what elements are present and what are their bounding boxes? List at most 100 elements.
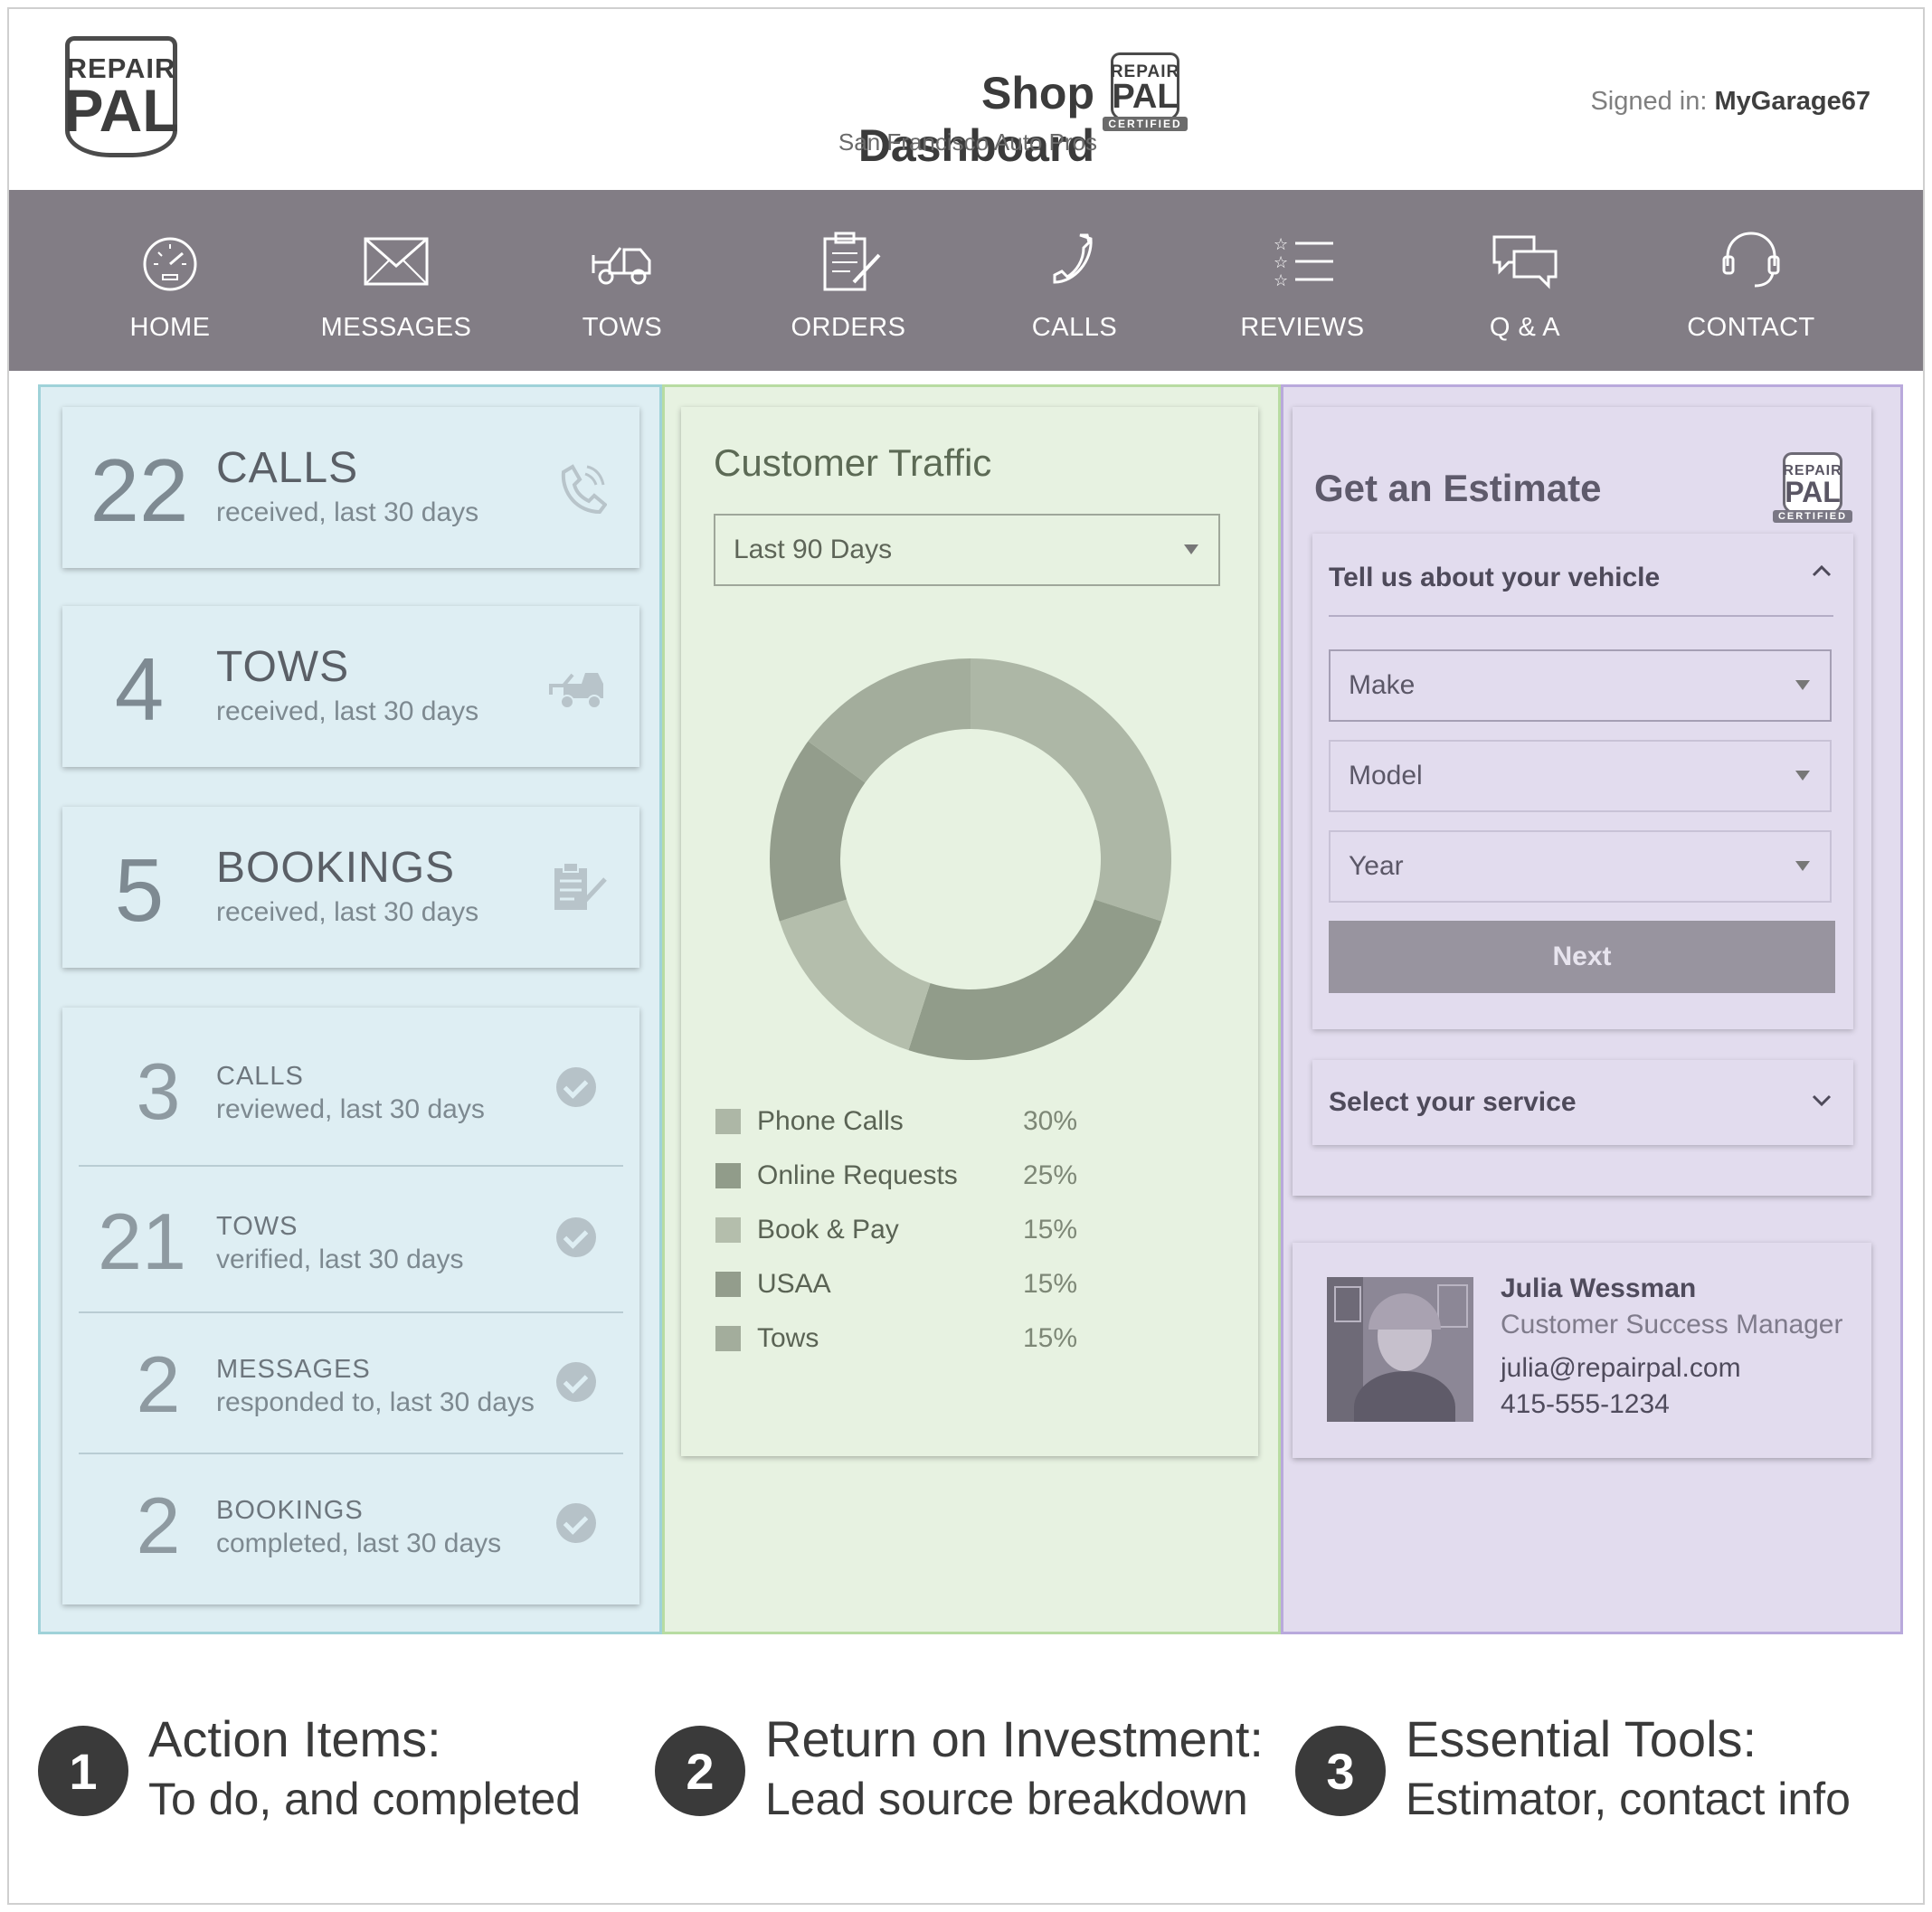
step-number: 1 [38,1726,128,1816]
divider [1329,615,1833,617]
footer-item-3: 3 Essential Tools: Estimator, contact in… [1295,1709,1919,1827]
service-header-label: Select your service [1329,1087,1577,1117]
step-number: 3 [1295,1726,1386,1816]
calls-todo-card[interactable]: 22 CALLS received, last 30 days [62,407,639,568]
calls-count: 22 [90,440,189,540]
vehicle-accordion: Tell us about your vehicle Make Model Ye… [1312,534,1853,1029]
tools-panel: Get an Estimate REPAIR PAL CERTIFIED Tel… [1281,384,1903,1634]
legend-label: Tows [757,1323,819,1353]
legend-item: Phone Calls 30% [715,1103,1077,1140]
completed-row-messages[interactable]: 2 MESSAGES responded to, last 30 days [62,1313,639,1453]
donut-slice-0 [971,658,1171,922]
nav-label: HOME [129,313,211,342]
contact-card: Julia Wessman Customer Success Manager j… [1293,1243,1871,1458]
completed-row-calls[interactable]: 3 CALLS reviewed, last 30 days [62,1008,639,1163]
headset-icon [1722,232,1780,288]
tow-truck-icon [592,247,651,285]
nav-item-home[interactable]: HOME [89,190,251,371]
nav-label: ORDERS [791,313,906,342]
legend-swatch [715,1109,741,1134]
action-items-panel: 22 CALLS received, last 30 days 4 TOWS r… [38,384,662,1634]
footer-item-2: 2 Return on Investment: Lead source brea… [655,1709,1279,1827]
next-button[interactable]: Next [1329,921,1835,993]
completed-count: 3 [136,1046,181,1136]
legend-item: Book & Pay 15% [715,1212,1077,1248]
make-value: Make [1349,670,1416,700]
main-nav: HOME MESSAGES TOWS ORDERS CALLS ☆ ☆ ☆ RE… [9,190,1923,371]
legend-label: USAA [757,1269,831,1299]
nav-item-calls[interactable]: CALLS [993,190,1156,371]
completed-card: 3 CALLS reviewed, last 30 days 21 TOWS v… [62,1008,639,1604]
completed-count: 2 [136,1339,181,1429]
card-title: BOOKINGS [216,844,456,892]
footer-subtitle: To do, and completed [148,1774,582,1824]
contact-role: Customer Success Manager [1501,1310,1843,1339]
completed-row-bookings[interactable]: 2 BOOKINGS completed, last 30 days [62,1454,639,1599]
completed-subtitle: reviewed, last 30 days [216,1094,485,1124]
svg-text:☆: ☆ [1274,253,1288,272]
service-accordion[interactable]: Select your service [1312,1060,1853,1145]
legend-label: Phone Calls [757,1106,904,1136]
nav-item-reviews[interactable]: ☆ ☆ ☆ REVIEWS [1221,190,1384,371]
legend-item: Tows 15% [715,1320,1077,1357]
nav-item-contact[interactable]: CONTACT [1670,190,1833,371]
nav-item-orders[interactable]: ORDERS [767,190,930,371]
bookings-count: 5 [114,840,165,940]
clipboard-icon [823,232,881,291]
traffic-title: Customer Traffic [714,441,992,484]
svg-text:☆: ☆ [1274,271,1288,290]
tows-todo-card[interactable]: 4 TOWS received, last 30 days [62,606,639,767]
check-icon [556,1503,596,1543]
phone-icon [561,464,607,515]
legend-value: 15% [1023,1323,1078,1353]
nav-label: CALLS [1031,313,1118,342]
card-title: TOWS [216,643,350,691]
traffic-donut-chart [770,658,1171,1060]
legend-item: USAA 15% [715,1266,1077,1302]
legend-value: 15% [1023,1215,1078,1245]
date-range-select[interactable]: Last 90 Days [714,514,1220,586]
header: REPAIR PAL Shop Dashboard REPAIR PAL CER… [9,9,1923,190]
model-select[interactable]: Model [1329,740,1832,812]
signed-in-user[interactable]: MyGarage67 [1715,87,1871,116]
year-value: Year [1349,851,1404,881]
model-value: Model [1349,761,1423,790]
caret-down-icon [1795,771,1810,781]
check-icon [556,1362,596,1402]
footer-title: Action Items: [148,1710,441,1767]
completed-row-tows[interactable]: 21 TOWS verified, last 30 days [62,1167,639,1311]
certified-badge: REPAIR PAL CERTIFIED [1103,52,1188,131]
contact-phone[interactable]: 415-555-1234 [1501,1389,1670,1420]
footer-item-1: 1 Action Items: To do, and completed [38,1709,635,1827]
tow-truck-icon [549,673,603,709]
avatar [1327,1277,1473,1422]
nav-item-messages[interactable]: MESSAGES [315,190,478,371]
completed-subtitle: responded to, last 30 days [216,1387,535,1417]
year-select[interactable]: Year [1329,830,1832,903]
badge-line2: PAL [1785,475,1841,508]
chevron-down-icon [1812,1094,1832,1107]
legend-value: 15% [1023,1269,1078,1299]
legend-swatch [715,1326,741,1351]
vehicle-accordion-header[interactable]: Tell us about your vehicle [1312,534,1853,615]
signed-in-status: Signed in: MyGarage67 [1590,87,1870,117]
estimate-card: Get an Estimate REPAIR PAL CERTIFIED Tel… [1293,407,1871,1196]
card-subtitle: received, last 30 days [216,897,479,927]
caret-down-icon [1795,680,1810,690]
nav-item-qa[interactable]: Q & A [1444,190,1606,371]
completed-title: MESSAGES [216,1355,371,1384]
footer-subtitle: Estimator, contact info [1406,1774,1851,1824]
nav-label: Q & A [1489,313,1561,342]
signed-in-label: Signed in: [1590,87,1708,116]
repairpal-logo[interactable]: REPAIR PAL [63,36,179,157]
customer-traffic-card: Customer Traffic Last 90 Days Phone Call… [681,407,1258,1456]
completed-subtitle: verified, last 30 days [216,1245,464,1274]
make-select[interactable]: Make [1329,649,1832,722]
nav-item-tows[interactable]: TOWS [541,190,704,371]
caret-down-icon [1795,861,1810,871]
donut-slice-1 [908,899,1162,1060]
caret-down-icon [1184,544,1198,554]
legend-value: 25% [1023,1160,1078,1190]
bookings-todo-card[interactable]: 5 BOOKINGS received, last 30 days [62,807,639,968]
contact-email[interactable]: julia@repairpal.com [1501,1353,1741,1384]
